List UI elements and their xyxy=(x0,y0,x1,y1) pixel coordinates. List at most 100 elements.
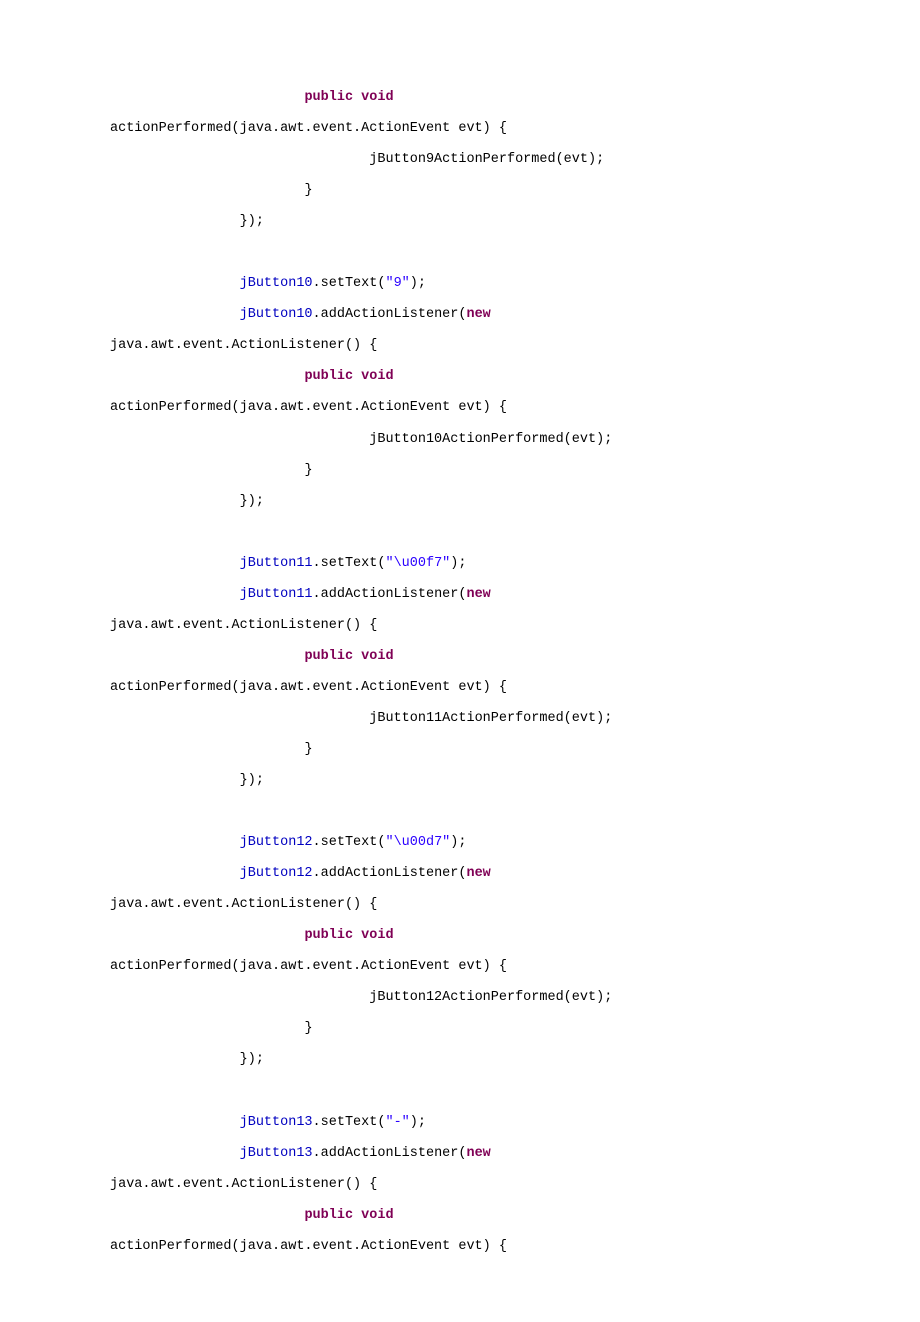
field-jButton11: jButton11 xyxy=(240,556,313,571)
code-text xyxy=(353,90,361,105)
code-indent xyxy=(110,152,369,167)
code-text: actionPerformed(java.awt.event.ActionEve… xyxy=(110,1239,507,1254)
code-text: ); xyxy=(450,556,466,571)
code-text: ); xyxy=(450,835,466,850)
code-indent xyxy=(110,773,240,788)
keyword-void: void xyxy=(361,90,393,105)
code-indent xyxy=(110,1208,304,1223)
code-block: public void actionPerformed(java.awt.eve… xyxy=(110,82,820,1262)
code-text xyxy=(491,587,499,602)
keyword-new: new xyxy=(466,307,490,322)
code-text xyxy=(394,928,402,943)
code-text xyxy=(353,928,361,943)
code-indent xyxy=(110,307,240,322)
code-text xyxy=(491,307,499,322)
string-literal: "\u00f7" xyxy=(385,556,450,571)
code-text: }); xyxy=(240,494,264,509)
keyword-public: public xyxy=(304,90,353,105)
code-text xyxy=(491,1146,499,1161)
keyword-new: new xyxy=(466,587,490,602)
code-indent xyxy=(110,649,304,664)
code-text: .setText( xyxy=(313,835,386,850)
keyword-void: void xyxy=(361,649,393,664)
code-indent xyxy=(110,711,369,726)
code-text xyxy=(353,1208,361,1223)
string-literal: "\u00d7" xyxy=(385,835,450,850)
code-text: } xyxy=(304,463,312,478)
code-indent xyxy=(110,90,304,105)
code-indent xyxy=(110,1146,240,1161)
code-text: }); xyxy=(240,1052,264,1067)
code-text: java.awt.event.ActionListener() { xyxy=(110,897,377,912)
field-jButton13: jButton13 xyxy=(240,1146,313,1161)
code-text: .addActionListener( xyxy=(313,1146,467,1161)
code-text: jButton10ActionPerformed(evt); xyxy=(369,432,612,447)
code-text xyxy=(394,649,402,664)
code-indent xyxy=(110,835,240,850)
field-jButton10: jButton10 xyxy=(240,276,313,291)
keyword-void: void xyxy=(361,369,393,384)
code-indent xyxy=(110,276,240,291)
code-text: } xyxy=(304,742,312,757)
code-text xyxy=(353,649,361,664)
code-text: } xyxy=(304,1021,312,1036)
code-text: } xyxy=(304,183,312,198)
string-literal: "9" xyxy=(385,276,409,291)
code-indent xyxy=(110,1052,240,1067)
code-indent xyxy=(110,556,240,571)
field-jButton12: jButton12 xyxy=(240,835,313,850)
code-text: }); xyxy=(240,773,264,788)
field-jButton13: jButton13 xyxy=(240,1115,313,1130)
code-indent xyxy=(110,432,369,447)
keyword-new: new xyxy=(466,1146,490,1161)
code-indent xyxy=(110,1115,240,1130)
code-indent xyxy=(110,463,304,478)
code-text: }); xyxy=(240,214,264,229)
code-page: public void actionPerformed(java.awt.eve… xyxy=(0,0,920,1322)
code-indent xyxy=(110,1021,304,1036)
code-text: ); xyxy=(410,276,426,291)
field-jButton12: jButton12 xyxy=(240,866,313,881)
keyword-new: new xyxy=(466,866,490,881)
keyword-public: public xyxy=(304,369,353,384)
code-indent xyxy=(110,494,240,509)
code-text: ); xyxy=(410,1115,426,1130)
code-indent xyxy=(110,183,304,198)
code-text: java.awt.event.ActionListener() { xyxy=(110,618,377,633)
code-text: jButton9ActionPerformed(evt); xyxy=(369,152,604,167)
code-text xyxy=(394,90,402,105)
keyword-public: public xyxy=(304,649,353,664)
code-text xyxy=(491,866,499,881)
code-text: .setText( xyxy=(313,556,386,571)
code-text: .addActionListener( xyxy=(313,866,467,881)
code-text xyxy=(353,369,361,384)
code-text: actionPerformed(java.awt.event.ActionEve… xyxy=(110,121,507,136)
code-text: actionPerformed(java.awt.event.ActionEve… xyxy=(110,959,507,974)
code-text: .addActionListener( xyxy=(313,307,467,322)
field-jButton10: jButton10 xyxy=(240,307,313,322)
code-indent xyxy=(110,214,240,229)
code-indent xyxy=(110,990,369,1005)
code-text: .setText( xyxy=(313,1115,386,1130)
code-text: .addActionListener( xyxy=(313,587,467,602)
code-text xyxy=(394,1208,402,1223)
code-text: java.awt.event.ActionListener() { xyxy=(110,1177,377,1192)
code-text: actionPerformed(java.awt.event.ActionEve… xyxy=(110,680,507,695)
code-indent xyxy=(110,369,304,384)
code-indent xyxy=(110,866,240,881)
code-text: jButton12ActionPerformed(evt); xyxy=(369,990,612,1005)
code-text: actionPerformed(java.awt.event.ActionEve… xyxy=(110,400,507,415)
code-indent xyxy=(110,928,304,943)
code-text xyxy=(394,369,402,384)
keyword-public: public xyxy=(304,928,353,943)
field-jButton11: jButton11 xyxy=(240,587,313,602)
code-indent xyxy=(110,587,240,602)
keyword-void: void xyxy=(361,928,393,943)
keyword-void: void xyxy=(361,1208,393,1223)
code-text: java.awt.event.ActionListener() { xyxy=(110,338,377,353)
code-text: jButton11ActionPerformed(evt); xyxy=(369,711,612,726)
code-indent xyxy=(110,742,304,757)
string-literal: "-" xyxy=(385,1115,409,1130)
code-text: .setText( xyxy=(313,276,386,291)
keyword-public: public xyxy=(304,1208,353,1223)
